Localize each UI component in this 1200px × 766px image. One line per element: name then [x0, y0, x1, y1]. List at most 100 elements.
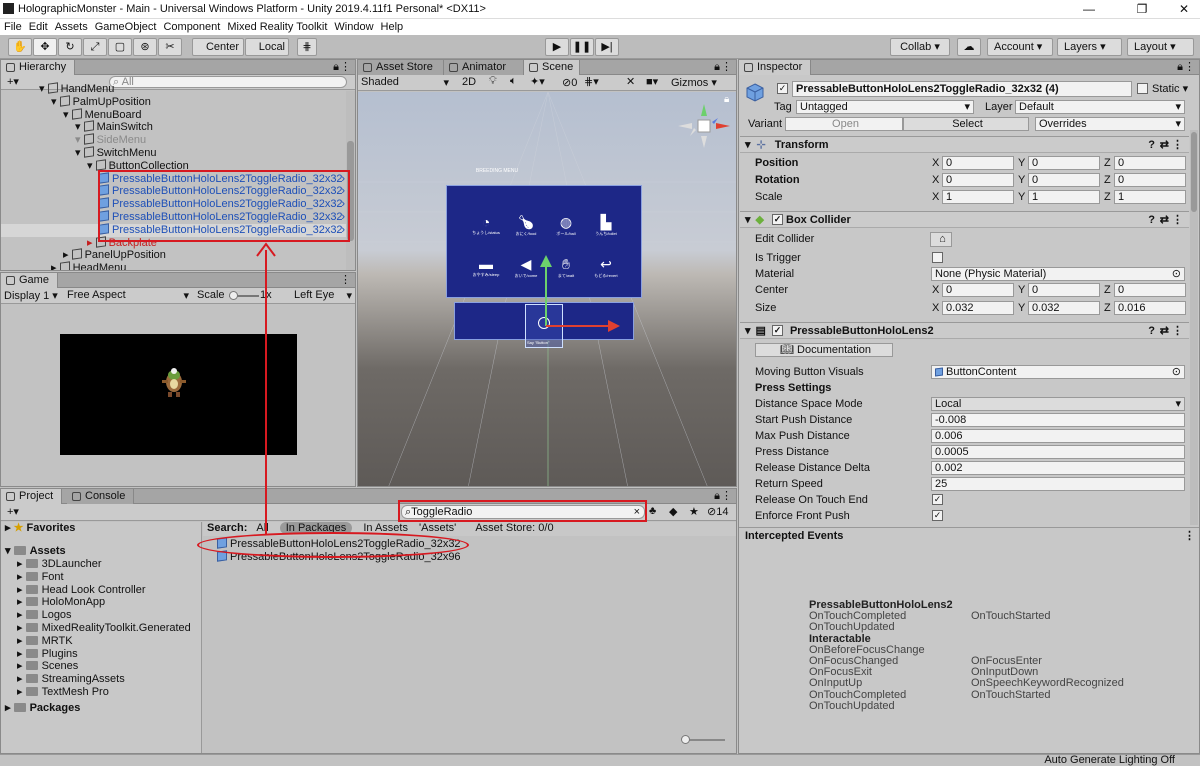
favorite-star-icon[interactable]: ★: [689, 505, 699, 518]
select-prefab-button[interactable]: Select: [903, 117, 1029, 131]
folder-item[interactable]: ▸ MRTK: [1, 635, 202, 648]
orientation-gizmo[interactable]: [676, 102, 732, 154]
hierarchy-item[interactable]: ▾ SideMenu: [1, 133, 347, 147]
overrides-dropdown[interactable]: Overrides ▾: [1035, 117, 1185, 131]
menu-window[interactable]: Window: [330, 19, 376, 33]
hierarchy-item[interactable]: ▾ ButtonCollection: [1, 159, 347, 173]
tab-animator[interactable]: Animator: [444, 60, 524, 75]
documentation-button[interactable]: 📖︎ Documentation: [755, 343, 893, 357]
more-icon[interactable]: ⋮: [340, 60, 351, 73]
step-button[interactable]: ▶|: [595, 38, 619, 56]
expand-arrow-icon[interactable]: ▸: [17, 673, 26, 685]
menu-button[interactable]: ◔ ちょうし/status: [467, 214, 505, 248]
expand-arrow-icon[interactable]: ▾: [51, 96, 60, 108]
scroll-thumb[interactable]: [1191, 132, 1197, 212]
expand-arrow-icon[interactable]: ▸: [51, 262, 60, 270]
prefab-open-icon[interactable]: ›: [341, 185, 345, 198]
account-dropdown[interactable]: Account ▾: [987, 38, 1053, 56]
tab-asset-store[interactable]: Asset Store: [358, 60, 444, 75]
rect-tool-icon[interactable]: ▢: [108, 38, 132, 56]
hierarchy-item[interactable]: PressableButtonHoloLens2ToggleRadio_32x3…: [1, 197, 347, 211]
prefab-open-icon[interactable]: ›: [341, 198, 345, 211]
rotate-tool-icon[interactable]: ↻: [58, 38, 82, 56]
object-picker-icon[interactable]: ⊙: [1172, 366, 1181, 378]
transform-y-field[interactable]: 0: [1028, 156, 1100, 170]
scope-assets-folder[interactable]: 'Assets': [419, 522, 456, 534]
expand-arrow-icon[interactable]: ▾: [75, 134, 84, 146]
menu-button[interactable]: ✋︎ まて/wait: [547, 256, 585, 290]
preset-icon[interactable]: ⇄: [1160, 137, 1169, 153]
hidden-packages-icon[interactable]: ⊘14: [707, 505, 728, 518]
cloud-icon[interactable]: ☁: [957, 38, 981, 56]
gizmos-dropdown[interactable]: Gizmos ▾: [671, 76, 721, 89]
close-button[interactable]: ✕: [1162, 1, 1200, 18]
grid-toggle-icon[interactable]: ⋕▾: [584, 75, 599, 88]
menu-board[interactable]: BREEDING MENU ◔ ちょうし/status 🍗︎ おにく/food ◍ ボール…: [446, 168, 642, 298]
hierarchy-item[interactable]: ▸ PanelUpPosition: [1, 248, 347, 262]
hierarchy-item[interactable]: ▾ MenuBoard: [1, 107, 347, 122]
expand-arrow-icon[interactable]: ▾: [39, 83, 48, 95]
static-dropdown[interactable]: Static ▾: [1152, 83, 1188, 96]
lock-icon[interactable]: 🔒︎: [714, 61, 720, 74]
pressable-enabled-checkbox[interactable]: ✓: [772, 325, 783, 336]
press-setting-checkbox[interactable]: ✓: [932, 510, 943, 521]
audio-icon[interactable]: 🔈︎: [510, 75, 517, 88]
expand-arrow-icon[interactable]: ▸: [17, 609, 26, 621]
expand-arrow-icon[interactable]: ▸: [17, 648, 26, 660]
icon-size-thumb[interactable]: [681, 735, 690, 744]
aspect-dropdown[interactable]: Free Aspect ▾: [67, 289, 191, 302]
is-trigger-checkbox[interactable]: [932, 252, 943, 263]
gizmo-y-axis[interactable]: [545, 260, 547, 326]
menu-button[interactable]: 🍗︎ おにく/food: [507, 214, 545, 248]
expand-arrow-icon[interactable]: ▸: [17, 635, 26, 647]
expand-arrow-icon[interactable]: ▾: [75, 121, 84, 133]
tab-scene[interactable]: Scene: [524, 60, 580, 75]
prefab-open-icon[interactable]: ›: [341, 211, 345, 224]
lock-view-icon[interactable]: 🔒︎: [724, 94, 729, 105]
more-icon[interactable]: ⋮: [721, 489, 732, 502]
menu-help[interactable]: Help: [377, 19, 407, 33]
center-z-field[interactable]: 0: [1114, 283, 1186, 297]
hierarchy-item[interactable]: ▸ HeadMenu: [1, 261, 347, 270]
layers-dropdown[interactable]: Layers ▾: [1057, 38, 1122, 56]
prefab-open-icon[interactable]: ›: [341, 224, 345, 237]
folder-item[interactable]: ▸ Font: [1, 571, 202, 584]
help-icon[interactable]: ?: [1148, 137, 1155, 153]
menu-button[interactable]: ↩ もどる/revert: [587, 256, 625, 290]
tab-inspector[interactable]: Inspector: [739, 60, 812, 75]
effects-icon[interactable]: ✦▾: [530, 75, 545, 88]
menu-assets[interactable]: Assets: [51, 19, 91, 33]
hierarchy-item[interactable]: ▾ SwitchMenu: [1, 146, 347, 160]
menu-button[interactable]: ▬ おやすみ/sleep: [467, 256, 505, 290]
move-tool-icon[interactable]: ✥: [33, 38, 57, 56]
size-z-field[interactable]: 0.016: [1114, 301, 1186, 315]
hierarchy-item[interactable]: PressableButtonHoloLens2ToggleRadio_32x3…: [1, 210, 347, 224]
project-search-input[interactable]: ⌕ToggleRadio ×: [401, 505, 645, 519]
expand-arrow-icon[interactable]: ▸: [17, 660, 26, 672]
center-y-field[interactable]: 0: [1028, 283, 1100, 297]
transform-z-field[interactable]: 0: [1114, 156, 1186, 170]
scale-slider-thumb[interactable]: [229, 291, 238, 300]
create-asset-plus-icon[interactable]: +▾: [7, 505, 19, 518]
folder-item[interactable]: ▸ Plugins: [1, 648, 202, 661]
tab-console[interactable]: Console: [67, 489, 135, 504]
transform-y-field[interactable]: 0: [1028, 173, 1100, 187]
folder-item[interactable]: ▸ Logos: [1, 609, 202, 622]
press-setting-field[interactable]: 25: [931, 477, 1185, 491]
layer-dropdown[interactable]: Default ▾: [1015, 100, 1185, 114]
tab-project[interactable]: Project: [1, 489, 63, 504]
press-setting-field[interactable]: 0.0005: [931, 445, 1185, 459]
static-checkbox[interactable]: [1137, 83, 1148, 94]
eye-dropdown[interactable]: Left Eye ▾: [294, 289, 354, 302]
packages-item[interactable]: ▸ Packages: [1, 702, 201, 715]
expand-arrow-icon[interactable]: ▸: [17, 686, 26, 698]
menu-button[interactable]: ◍ ボール/ball: [547, 214, 585, 248]
transform-x-field[interactable]: 1: [942, 190, 1014, 204]
menu-mrtk[interactable]: Mixed Reality Toolkit: [223, 19, 330, 33]
size-x-field[interactable]: 0.032: [942, 301, 1014, 315]
component-menu-icon[interactable]: ⋮: [1172, 212, 1183, 228]
lock-icon[interactable]: 🔒︎: [1177, 61, 1183, 74]
scope-asset-store[interactable]: Asset Store: 0/0: [475, 522, 553, 534]
more-icon[interactable]: ⋮: [1184, 529, 1195, 542]
clear-search-icon[interactable]: ×: [634, 506, 640, 518]
